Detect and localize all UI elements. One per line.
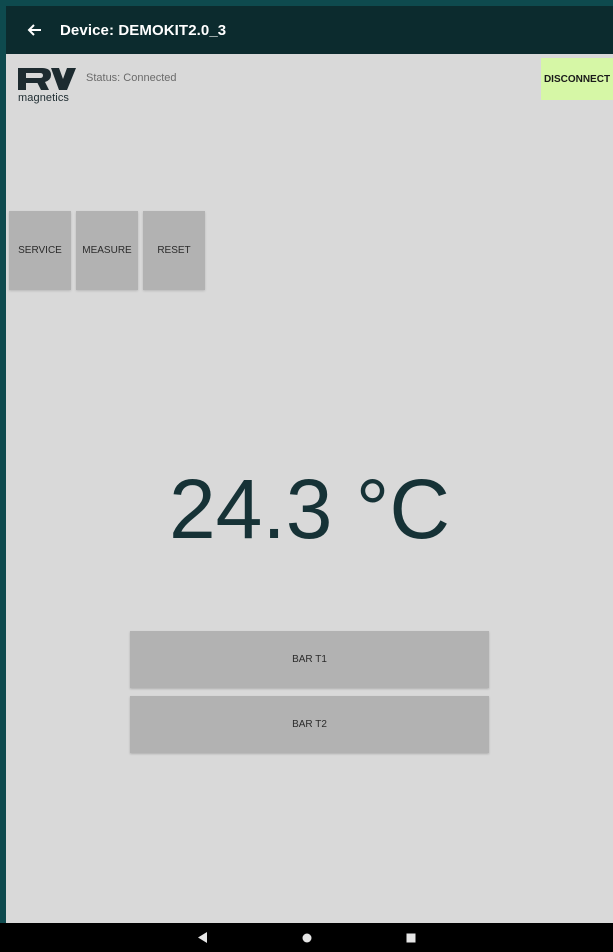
reset-button[interactable]: RESET bbox=[143, 211, 205, 290]
disconnect-button[interactable]: DISCONNECT bbox=[541, 58, 613, 100]
measure-button[interactable]: MEASURE bbox=[76, 211, 138, 290]
bar-t1-button[interactable]: BAR T1 bbox=[130, 631, 489, 688]
rv-logo-mark bbox=[18, 68, 76, 90]
logo-subtext: magnetics bbox=[18, 92, 70, 104]
page-title: Device: DEMOKIT2.0_3 bbox=[60, 21, 227, 39]
arrow-left-icon bbox=[27, 24, 41, 36]
nav-recents-button[interactable] bbox=[399, 926, 423, 950]
square-icon bbox=[406, 933, 415, 942]
triangle-left-icon bbox=[197, 932, 207, 943]
status-text: Status: Connected bbox=[86, 72, 177, 84]
nav-back-button[interactable] bbox=[191, 926, 215, 950]
rv-logo: magnetics bbox=[18, 68, 78, 112]
circle-icon bbox=[302, 933, 311, 942]
service-button[interactable]: SERVICE bbox=[9, 211, 71, 290]
app-bar: Device: DEMOKIT2.0_3 bbox=[6, 6, 613, 54]
back-button[interactable] bbox=[18, 6, 52, 54]
system-nav-bar bbox=[0, 923, 613, 952]
nav-home-button[interactable] bbox=[295, 926, 319, 950]
temperature-readout: 24.3 °C bbox=[168, 462, 451, 556]
device-frame: Device: DEMOKIT2.0_3 magnetics Status: C… bbox=[0, 0, 613, 952]
bar-t2-button[interactable]: BAR T2 bbox=[130, 696, 489, 753]
main-content: magnetics Status: Connected DISCONNECT S… bbox=[6, 54, 613, 923]
